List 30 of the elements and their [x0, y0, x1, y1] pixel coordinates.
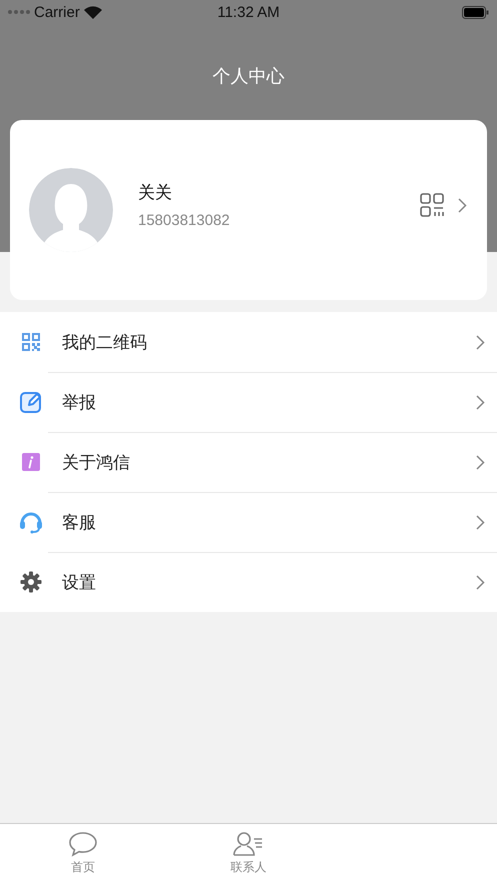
chevron-right-icon — [458, 198, 467, 212]
profile-card[interactable]: 关关 15803813082 — [10, 120, 487, 300]
info-icon — [22, 453, 40, 471]
menu-item[interactable]: 设置 — [0, 552, 497, 612]
chevron-right-icon — [476, 394, 485, 410]
chevron-right-icon — [476, 574, 485, 590]
clock-time: 11:32 AM — [217, 4, 280, 20]
menu-item[interactable]: 关于鸿信 — [0, 432, 497, 492]
carrier-name: Carrier — [34, 4, 80, 20]
chevron-right-icon — [476, 454, 485, 470]
menu-item[interactable]: 我的二维码 — [0, 312, 497, 372]
signal-icon — [8, 10, 30, 14]
menu-item[interactable]: 客服 — [0, 492, 497, 552]
battery-icon — [462, 6, 489, 18]
chevron-right-icon — [476, 514, 485, 530]
edit-icon — [20, 391, 42, 413]
wifi-icon — [84, 6, 102, 18]
qr-code-icon — [21, 332, 41, 352]
qr-code-icon — [420, 193, 444, 217]
menu-item[interactable]: 举报 — [0, 372, 497, 432]
tab-item[interactable]: 联系人 — [166, 824, 332, 883]
tab-item[interactable]: 首页 — [0, 824, 166, 883]
headset-icon — [19, 510, 43, 534]
chevron-right-icon — [476, 334, 485, 350]
page-title: 个人中心 — [212, 65, 286, 88]
chat-bubble-icon — [68, 831, 98, 857]
user-name: 关关 — [138, 182, 173, 204]
settings-icon — [20, 571, 42, 593]
contacts-icon — [232, 831, 264, 857]
phone-number: 15803813082 — [138, 212, 231, 229]
